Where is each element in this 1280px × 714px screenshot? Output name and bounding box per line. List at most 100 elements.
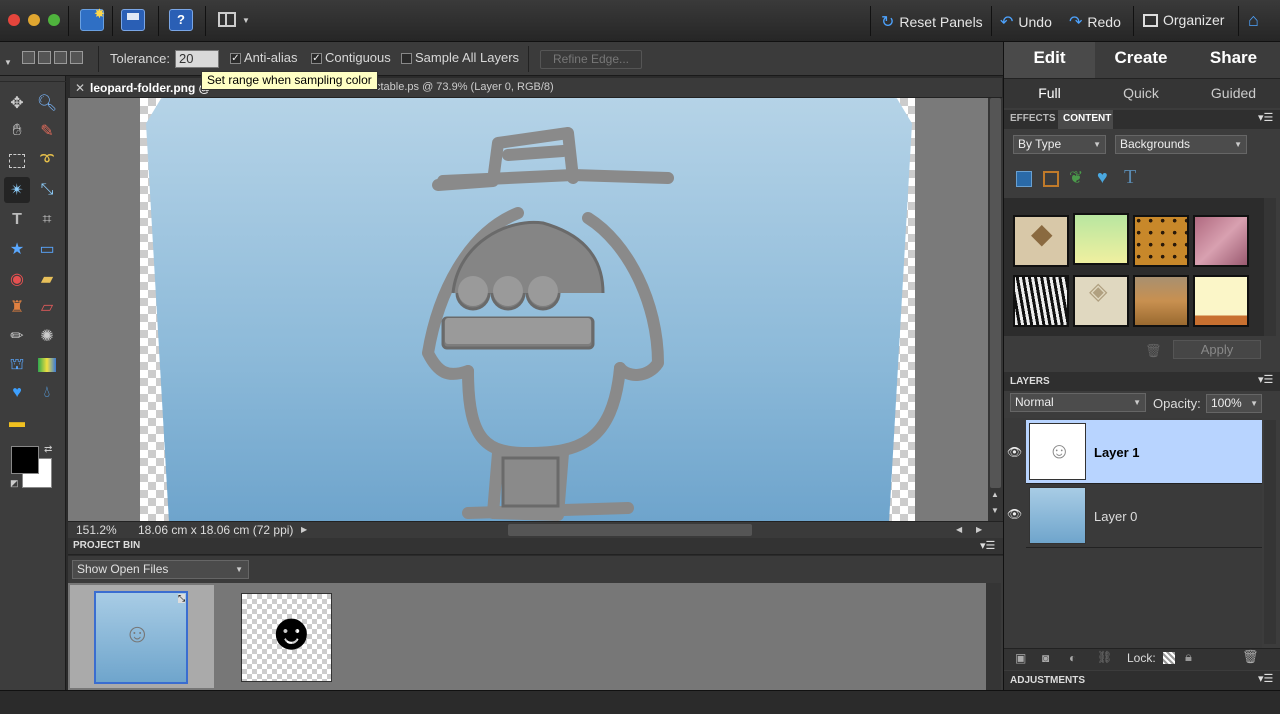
clone-stamp-tool-icon[interactable]: ♜ — [4, 294, 30, 320]
layer-row[interactable]: Layer 0 — [1026, 484, 1262, 548]
close-window-button[interactable] — [8, 14, 20, 26]
document-tab-active[interactable]: leopard-folder.png @ — [90, 81, 210, 95]
healing-brush-tool-icon[interactable]: ▰ — [34, 266, 60, 292]
tab-effects[interactable]: EFFECTS — [1010, 113, 1056, 124]
tab-content[interactable]: CONTENT — [1063, 113, 1111, 124]
straighten-tool-icon[interactable]: ▭ — [34, 236, 60, 262]
eyedropper-tool-icon[interactable]: ✎ — [34, 118, 60, 144]
new-file-icon[interactable]: ✸ — [80, 6, 105, 31]
scroll-thumb[interactable] — [990, 98, 1001, 488]
panel-menu-icon[interactable]: ▾☰ — [1258, 373, 1273, 386]
eraser-tool-icon[interactable]: ▱ — [34, 294, 60, 320]
workspace-layout-icon[interactable] — [218, 12, 236, 27]
subtract-selection-icon[interactable] — [54, 51, 67, 64]
category-dropdown[interactable]: Backgrounds ▼ — [1115, 135, 1247, 154]
canvas-area[interactable] — [68, 98, 988, 522]
crop-tool-icon[interactable]: ⌗ — [34, 207, 60, 233]
home-icon[interactable]: ⌂ — [1248, 10, 1259, 31]
paint-bucket-tool-icon[interactable]: ⛫ — [4, 352, 30, 378]
document-tab-other[interactable]: ctable.ps @ 73.9% (Layer 0, RGB/8) — [375, 81, 554, 93]
marquee-tool-icon[interactable] — [4, 148, 30, 174]
tab-guided[interactable]: Guided — [1187, 80, 1280, 106]
shapes-filter-icon[interactable]: ♥ — [1097, 167, 1108, 188]
thumb-autumn-leaves[interactable] — [1133, 275, 1189, 327]
thumb-kids-pattern[interactable] — [1073, 213, 1129, 265]
frames-filter-icon[interactable] — [1043, 171, 1059, 187]
close-tab-icon[interactable]: ✕ — [75, 81, 85, 95]
save-icon[interactable] — [121, 9, 145, 31]
brush-tool-icon[interactable]: ✏︎ — [4, 323, 30, 349]
panel-menu-icon[interactable]: ▾☰ — [1258, 672, 1273, 685]
magic-wand-tool-icon[interactable]: ✴ — [4, 177, 30, 203]
tab-create[interactable]: Create — [1095, 42, 1187, 74]
undo-button[interactable]: ↶ Undo — [1000, 12, 1052, 32]
sponge-tool-icon[interactable]: ▬ — [4, 410, 30, 436]
gradient-tool-icon[interactable] — [34, 352, 60, 378]
add-selection-icon[interactable] — [38, 51, 51, 64]
help-icon[interactable]: ? — [169, 9, 193, 31]
thumb-leopard-print[interactable] — [1133, 215, 1189, 267]
content-scrollbar[interactable] — [1264, 198, 1276, 336]
tolerance-input[interactable]: 20 — [175, 50, 219, 68]
panel-menu-icon[interactable]: ▾☰ — [1258, 111, 1273, 124]
visibility-eye-icon[interactable]: 👁︎ — [1007, 445, 1022, 459]
apply-button[interactable]: Apply — [1173, 340, 1261, 359]
scroll-up-arrow[interactable]: ▲ — [991, 490, 999, 499]
layer-mask-icon[interactable]: ◙ — [1042, 651, 1049, 665]
by-type-dropdown[interactable]: By Type ▼ — [1013, 135, 1106, 154]
anti-alias-checkbox[interactable]: ✓ Anti-alias — [230, 50, 297, 65]
show-open-files-dropdown[interactable]: Show Open Files ▼ — [72, 560, 249, 579]
backgrounds-filter-icon[interactable] — [1016, 171, 1032, 187]
adjustment-layer-icon[interactable]: ◐ — [1069, 651, 1076, 665]
foreground-color-swatch[interactable] — [11, 446, 39, 474]
lock-transparency-icon[interactable] — [1163, 652, 1175, 664]
move-tool-icon[interactable]: ✥ — [4, 90, 30, 116]
link-icon[interactable]: ⛓︎ — [1097, 650, 1112, 664]
custom-shape-tool-icon[interactable]: ♥ — [4, 380, 30, 406]
lock-icon[interactable]: 🔒︎ — [1185, 649, 1192, 665]
zoom-window-button[interactable] — [48, 14, 60, 26]
hand-tool-icon[interactable]: ✋︎ — [4, 118, 30, 144]
reset-panels-button[interactable]: ↻ Reset Panels — [881, 12, 983, 32]
sample-all-layers-checkbox[interactable]: Sample All Layers — [401, 50, 519, 65]
new-layer-icon[interactable]: ▣ — [1015, 651, 1026, 665]
graphics-filter-icon[interactable]: ❦ — [1069, 168, 1083, 188]
refine-edge-button[interactable]: Refine Edge... — [540, 50, 642, 69]
thumb-pink-texture[interactable] — [1193, 215, 1249, 267]
type-tool-icon[interactable]: T — [4, 207, 30, 233]
horizontal-scroll-thumb[interactable] — [508, 524, 752, 536]
cookie-cutter-tool-icon[interactable]: ★ — [4, 236, 30, 262]
visibility-eye-icon[interactable]: 👁︎ — [1007, 507, 1022, 521]
tab-share[interactable]: Share — [1187, 42, 1280, 74]
intersect-selection-icon[interactable] — [70, 51, 83, 64]
scroll-down-arrow[interactable]: ▼ — [991, 506, 999, 515]
tab-full[interactable]: Full — [1004, 80, 1095, 106]
blend-mode-dropdown[interactable]: Normal ▼ — [1010, 393, 1146, 412]
lasso-tool-icon[interactable]: ➰︎ — [34, 148, 60, 174]
thumb-world-map[interactable]: ◈ — [1073, 275, 1129, 327]
new-selection-icon[interactable] — [22, 51, 35, 64]
thumb-zebra-print[interactable] — [1013, 275, 1069, 327]
bin-scrollbar[interactable] — [986, 583, 1001, 690]
text-filter-icon[interactable]: T — [1124, 166, 1136, 189]
blur-tool-icon[interactable]: 💧︎ — [34, 380, 60, 406]
minimize-window-button[interactable] — [28, 14, 40, 26]
trash-icon[interactable]: 🗑︎ — [1145, 343, 1162, 359]
organizer-button[interactable]: Organizer — [1143, 12, 1224, 28]
layers-scrollbar[interactable] — [1264, 420, 1276, 644]
status-menu-arrow[interactable]: ▶ — [301, 525, 307, 534]
scroll-left-arrow[interactable]: ◀ — [956, 525, 962, 534]
tab-quick[interactable]: Quick — [1095, 80, 1187, 106]
thumbnail-collectable[interactable]: ☻ — [241, 593, 332, 682]
layer-row[interactable]: ☺ Layer 1 — [1026, 420, 1262, 484]
thumb-cream-paper[interactable] — [1193, 275, 1249, 327]
panel-menu-icon[interactable]: ▾☰ — [980, 539, 995, 552]
chevron-down-icon[interactable]: ▼ — [242, 16, 250, 25]
smart-brush-tool-icon[interactable]: ✺ — [34, 323, 60, 349]
contiguous-checkbox[interactable]: ✓ Contiguous — [311, 50, 391, 65]
canvas-vertical-scrollbar[interactable]: ▲ ▼ — [988, 98, 1003, 522]
thumbnail-leopard-folder[interactable]: ⤡ ☺ — [94, 591, 188, 684]
tool-preset-chevron[interactable]: ▼ — [4, 54, 12, 68]
redo-button[interactable]: ↷ Redo — [1069, 12, 1121, 32]
tab-edit[interactable]: Edit — [1004, 42, 1095, 74]
